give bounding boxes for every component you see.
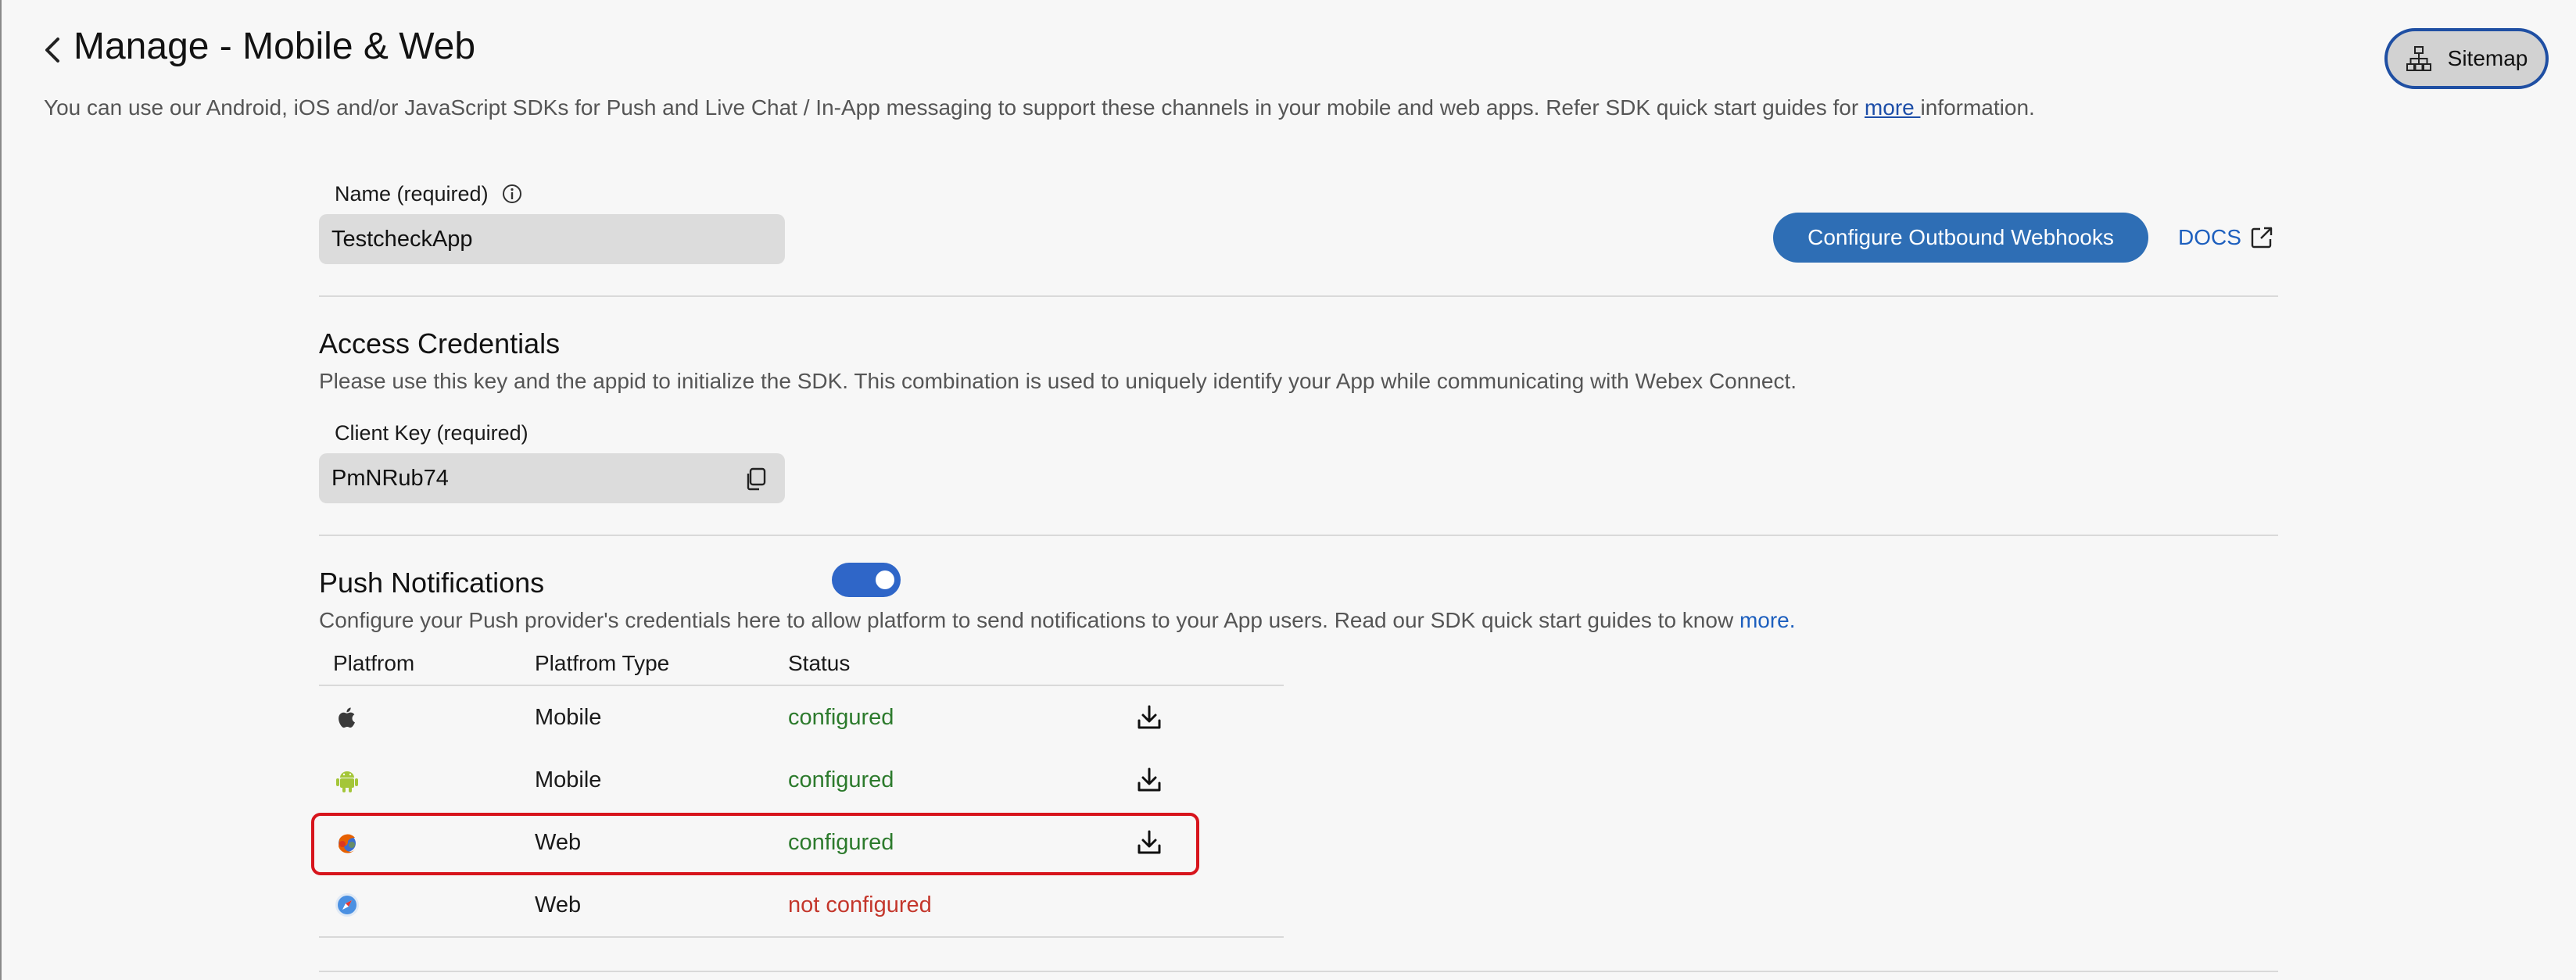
status-text: configured — [788, 767, 894, 792]
page-title: Manage - Mobile & Web — [73, 26, 476, 67]
highlighted-row-outline — [311, 813, 1199, 875]
external-link-icon — [2251, 227, 2273, 249]
download-icon[interactable] — [1135, 703, 1163, 731]
header-platform: Platfrom — [333, 651, 415, 675]
page-description: You can use our Android, iOS and/or Java… — [44, 92, 2035, 123]
table-row: Mobile configured — [319, 749, 1284, 811]
configure-outbound-webhooks-button[interactable]: Configure Outbound Webhooks — [1773, 213, 2148, 263]
toggle-knob — [876, 570, 894, 589]
client-key-label: Client Key (required) — [335, 421, 528, 445]
access-credentials-description: Please use this key and the appid to ini… — [319, 369, 1797, 393]
apple-icon — [339, 707, 355, 728]
android-icon — [336, 771, 358, 792]
page-description-text: You can use our Android, iOS and/or Java… — [44, 95, 1865, 120]
platform-table: Platfrom Platfrom Type Status Mobile con… — [319, 644, 1284, 938]
info-icon[interactable] — [501, 183, 523, 205]
table-row: Mobile configured — [319, 686, 1284, 749]
header-status: Status — [788, 651, 851, 675]
header-platform-type: Platfrom Type — [535, 651, 670, 675]
divider — [319, 295, 2278, 297]
push-description-text: Configure your Push provider's credentia… — [319, 608, 1739, 632]
sitemap-icon — [2406, 46, 2431, 71]
sitemap-button[interactable]: Sitemap — [2384, 28, 2549, 89]
safari-icon — [335, 893, 359, 917]
name-field-label: Name (required) — [335, 180, 523, 208]
platform-type: Mobile — [535, 705, 602, 730]
back-chevron-icon[interactable] — [39, 31, 67, 69]
page-description-suffix: information. — [1920, 95, 2035, 120]
push-more-link[interactable]: more. — [1739, 608, 1796, 632]
download-icon[interactable] — [1135, 766, 1163, 794]
name-label-text: Name (required) — [335, 182, 489, 206]
status-text: not configured — [788, 892, 932, 917]
more-info-link[interactable]: more — [1865, 95, 1921, 120]
divider — [319, 971, 2278, 972]
name-input[interactable] — [319, 214, 785, 264]
docs-link[interactable]: DOCS — [2178, 220, 2274, 255]
push-notifications-description: Configure your Push provider's credentia… — [319, 605, 1796, 636]
table-row: Web not configured — [319, 874, 1284, 938]
push-notifications-toggle[interactable] — [832, 563, 901, 597]
platform-type: Web — [535, 892, 582, 917]
status-text: configured — [788, 705, 894, 730]
platform-type: Mobile — [535, 767, 602, 792]
push-notifications-title: Push Notifications — [319, 567, 545, 599]
table-header: Platfrom Platfrom Type Status — [319, 644, 1284, 686]
sitemap-label: Sitemap — [2447, 46, 2528, 70]
access-credentials-title: Access Credentials — [319, 327, 561, 359]
client-key-value: PmNRub74 — [331, 466, 449, 491]
copy-icon[interactable] — [743, 466, 769, 492]
docs-label: DOCS — [2178, 225, 2241, 249]
divider — [319, 535, 2278, 536]
